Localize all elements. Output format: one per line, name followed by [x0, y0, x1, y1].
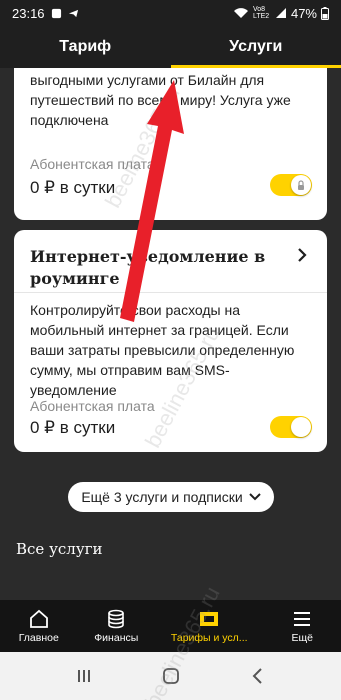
- coins-icon: [108, 609, 125, 628]
- tab-tariff-label: Тариф: [59, 38, 112, 55]
- android-navigation-bar: [0, 652, 341, 700]
- network-label: Vo8 LTE2: [252, 6, 270, 20]
- nav-home[interactable]: Главное: [0, 600, 78, 652]
- card-divider: [14, 292, 327, 293]
- telegram-icon: [68, 9, 78, 17]
- more-services-label: Ещё 3 услуги и подписки: [81, 489, 243, 505]
- tab-services-label: Услуги: [229, 38, 283, 55]
- chevron-down-icon: [248, 493, 261, 501]
- battery-icon: [321, 6, 329, 20]
- wifi-icon: [233, 8, 248, 18]
- notification-icon: [51, 8, 61, 18]
- nav-tariffs-label: Тарифы и усл...: [170, 631, 248, 644]
- toggle-knob: [291, 417, 311, 437]
- toggle-knob: [291, 175, 311, 195]
- status-time: 23:16: [12, 5, 45, 21]
- fee-label: Абонентская плата: [30, 398, 155, 414]
- nav-more-label: Ещё: [291, 631, 313, 644]
- fee-value: 0 ₽ в сутки: [30, 178, 116, 197]
- back-icon[interactable]: [248, 666, 268, 686]
- bottom-navigation: Главное Финансы Тарифы и усл... Ещё: [0, 600, 341, 652]
- status-bar: 23:16 Vo8 LTE2 47%: [0, 0, 341, 26]
- service-card-roaming[interactable]: выгодными услугами от Билайн для путешес…: [14, 68, 327, 220]
- home-button-icon[interactable]: [161, 666, 181, 686]
- services-content[interactable]: выгодными услугами от Билайн для путешес…: [0, 68, 341, 600]
- fee-value: 0 ₽ в сутки: [30, 418, 116, 437]
- all-services-heading: Все услуги: [16, 540, 103, 558]
- tab-services[interactable]: Услуги: [170, 26, 341, 68]
- more-services-button[interactable]: Ещё 3 услуги и подписки: [68, 482, 274, 512]
- service-card-title: Интернет-уведомление в роуминге: [30, 247, 266, 288]
- signal-icon: [275, 8, 286, 18]
- fee-label: Абонентская плата: [30, 156, 155, 172]
- service-toggle[interactable]: [270, 416, 312, 438]
- tab-tariff[interactable]: Тариф: [0, 26, 171, 68]
- service-toggle-locked[interactable]: [270, 174, 312, 196]
- sim-card-icon: [200, 611, 219, 626]
- nav-more[interactable]: Ещё: [264, 600, 341, 652]
- nav-home-label: Главное: [18, 631, 59, 644]
- top-tabs: Тариф Услуги: [0, 26, 341, 68]
- recent-apps-icon[interactable]: [74, 666, 94, 686]
- nav-finance[interactable]: Финансы: [78, 600, 156, 652]
- menu-icon: [294, 611, 311, 626]
- home-icon: [29, 609, 48, 628]
- nav-tariffs-services[interactable]: Тарифы и усл...: [155, 600, 264, 652]
- service-card-description: Контролируйте свои расходы на мобильный …: [30, 302, 295, 398]
- service-card-internet-notification[interactable]: Интернет-уведомление в роуминге Контроли…: [14, 230, 327, 452]
- lock-icon: [298, 179, 304, 190]
- service-card-description: выгодными услугами от Билайн для путешес…: [30, 72, 291, 128]
- battery-percent: 47%: [290, 5, 317, 21]
- nav-finance-label: Финансы: [94, 631, 139, 644]
- chevron-right-icon[interactable]: [295, 248, 309, 262]
